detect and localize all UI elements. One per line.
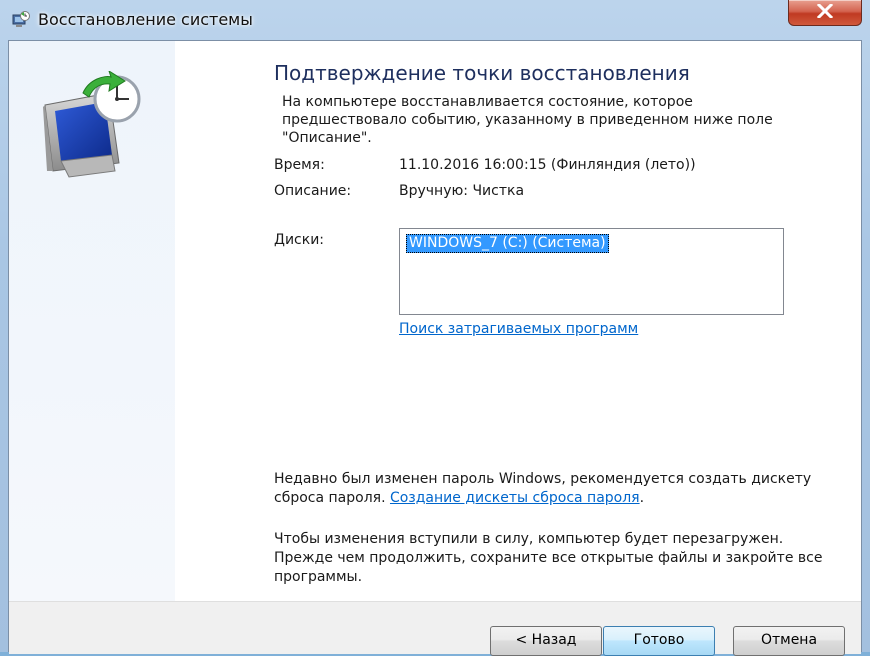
time-value: 11.10.2016 16:00:15 (Финляндия (лето)) [399,157,696,173]
create-password-reset-disk-link[interactable]: Создание дискеты сброса пароля [390,490,640,506]
system-restore-icon [11,10,31,30]
window-title: Восстановление системы [38,10,253,29]
dialog-client-area: Подтверждение точки восстановления На ко… [8,40,862,656]
disks-label: Диски: [274,232,325,248]
intro-text: На компьютере восстанавливается состояни… [282,94,773,146]
button-bar: < Назад Готово Отмена [9,601,861,656]
description-label: Описание: [274,183,352,199]
left-graphic-panel [9,41,175,601]
disks-list[interactable]: WINDOWS_7 (C:) (Система) [399,228,784,315]
scan-affected-programs-link[interactable]: Поиск затрагиваемых программ [399,321,638,337]
monitor-clock-restore-icon [39,69,149,181]
title-bar[interactable]: Восстановление системы [0,0,870,40]
page-title: Подтверждение точки восстановления [274,61,690,85]
reboot-note: Чтобы изменения вступили в силу, компьют… [274,531,823,585]
system-restore-window: Восстановление системы Подтверждение точ… [0,0,870,656]
description-value: Вручную: Чистка [399,183,525,199]
time-label: Время: [274,157,325,173]
close-icon [816,2,834,22]
close-button[interactable] [788,0,862,26]
password-note: Недавно был изменен пароль Windows, реко… [274,470,834,508]
password-note-end: . [639,490,645,506]
disk-item-c[interactable]: WINDOWS_7 (C:) (Система) [406,234,609,253]
